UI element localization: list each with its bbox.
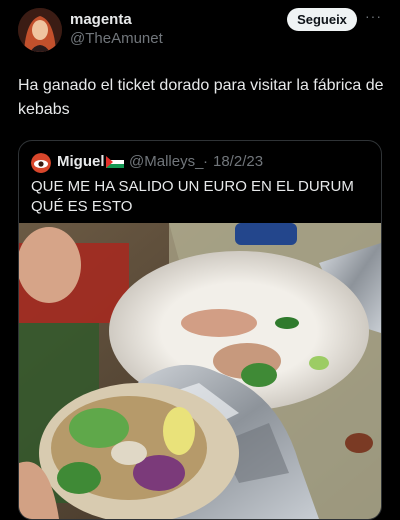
author-handle[interactable]: @TheAmunet (70, 30, 163, 47)
quoted-photo[interactable] (19, 223, 381, 519)
quoted-text: QUE ME HA SALIDO UN EURO EN EL DURUM QUÉ… (31, 178, 354, 215)
follow-button[interactable]: Segueix (287, 8, 357, 31)
quoted-date[interactable]: 18/2/23 (213, 153, 263, 170)
author-avatar[interactable] (18, 8, 62, 52)
quoted-separator: · (203, 153, 208, 170)
quoted-name[interactable]: Miguel (57, 153, 105, 170)
quoted-handle[interactable]: @Malleys_ (129, 153, 203, 170)
tweet-text: Ha ganado el ticket dorado para visitar … (18, 77, 384, 118)
palestine-flag-icon (106, 156, 124, 168)
quoted-tweet[interactable]: Miguel @Malleys_ · 18/2/23 QUE ME HA SAL… (18, 140, 382, 520)
quoted-avatar[interactable] (31, 153, 51, 173)
more-options-icon[interactable]: ··· (365, 8, 385, 24)
author-name[interactable]: magenta (70, 11, 132, 28)
